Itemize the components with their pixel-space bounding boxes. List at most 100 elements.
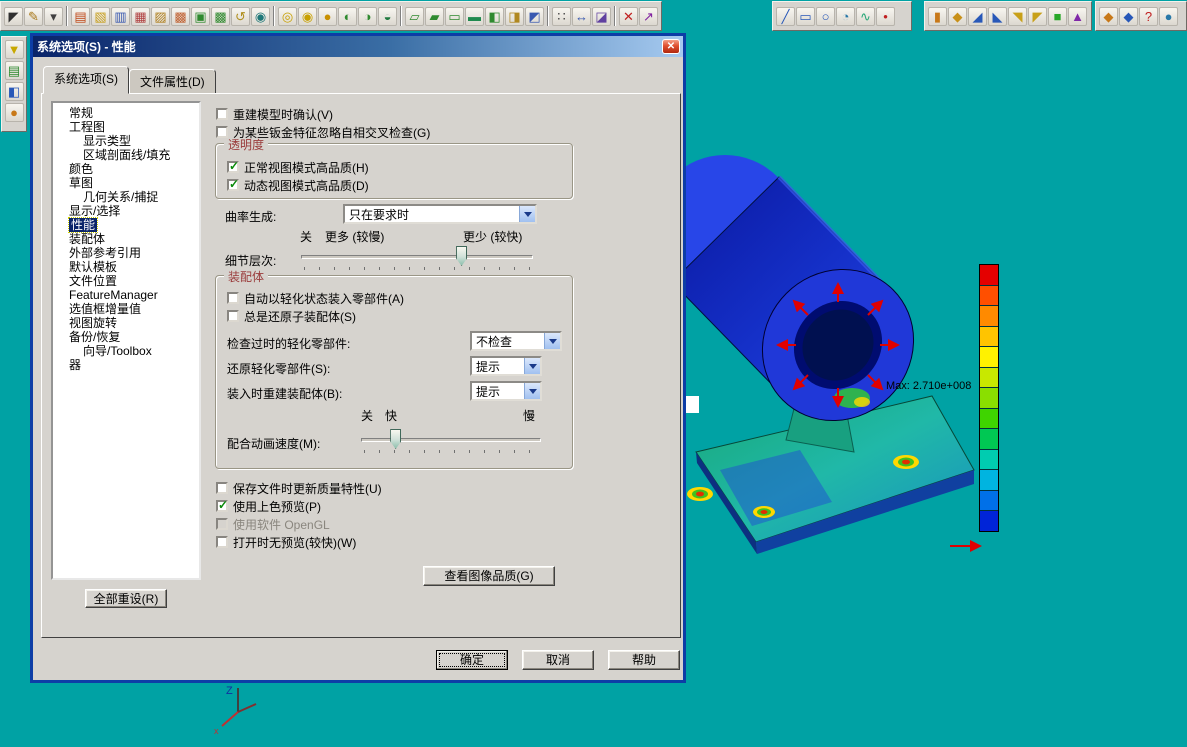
grid-icon[interactable]: ∷ xyxy=(552,6,571,26)
section-view-icon[interactable]: ◧ xyxy=(485,6,504,26)
tree-item-area-hatch-fill[interactable]: 区域剖面线/填充 xyxy=(53,148,199,162)
sketch-point-icon[interactable]: • xyxy=(876,6,895,26)
save-icon[interactable]: ▥ xyxy=(111,6,130,26)
tree-item-drawings[interactable]: 工程图 xyxy=(53,120,199,134)
shaded-icon[interactable]: ▬ xyxy=(465,6,484,26)
rebuild-on-load-combo[interactable]: 提示 xyxy=(470,381,542,401)
tab-system-options[interactable]: 系统选项(S) xyxy=(43,66,129,94)
revolved-cut-icon[interactable]: ◣ xyxy=(988,6,1007,26)
combo-dropdown-icon[interactable] xyxy=(519,206,535,222)
zoom-to-fit-icon[interactable]: ◎ xyxy=(278,6,297,26)
display-pane-icon[interactable]: ▤ xyxy=(4,61,24,80)
zoom-to-area-icon[interactable]: ◉ xyxy=(298,6,317,26)
annotation-icon[interactable]: ◪ xyxy=(592,6,611,26)
extruded-boss-icon[interactable]: ▮ xyxy=(928,6,947,26)
checkbox-dynamic-view-hq[interactable]: 动态视图模式高品质(D) xyxy=(227,177,369,193)
checkbox-always-resolve-sub[interactable]: 总是还原子装配体(S) xyxy=(227,309,356,324)
sketch-spline-icon[interactable]: ∿ xyxy=(856,6,875,26)
checkbox-box[interactable] xyxy=(227,159,239,173)
checkbox-box[interactable] xyxy=(216,498,228,512)
measure-tool-icon[interactable]: ↗ xyxy=(639,6,658,26)
tab-document-properties[interactable]: 文件属性(D) xyxy=(129,69,216,94)
toolbox-icon[interactable]: ◆ xyxy=(1119,6,1138,26)
check-outdated-lightweight-combo[interactable]: 不检查 xyxy=(470,331,562,351)
sketch-line-icon[interactable]: ╱ xyxy=(776,6,795,26)
tree-item-hole-wizard-toolbox[interactable]: 向导/Toolbox xyxy=(53,344,199,358)
undo-icon[interactable]: ↺ xyxy=(231,6,250,26)
checkbox-auto-lightweight[interactable]: 自动以轻化状态装入零部件(A) xyxy=(227,291,404,306)
rotate-view-icon[interactable]: ◐ xyxy=(338,6,357,26)
hide-show-icon[interactable]: ◧ xyxy=(4,82,24,101)
curvature-generation-combo[interactable]: 只在要求时 xyxy=(343,204,537,224)
checkbox-box[interactable] xyxy=(227,310,239,322)
help-button[interactable]: 帮助 xyxy=(608,650,680,670)
checkbox-box[interactable] xyxy=(227,177,239,191)
checkbox-no-preview-open[interactable]: 打开时无预览(较快)(W) xyxy=(216,535,356,550)
appearance-icon[interactable]: ● xyxy=(4,103,24,122)
simulation-icon[interactable]: ◆ xyxy=(1099,6,1118,26)
sketch-circle-icon[interactable]: ○ xyxy=(816,6,835,26)
extruded-cut-icon[interactable]: ◢ xyxy=(968,6,987,26)
previous-view-icon[interactable]: ◒ xyxy=(378,6,397,26)
delete-icon[interactable]: ✕ xyxy=(619,6,638,26)
perspective-icon[interactable]: ◨ xyxy=(505,6,524,26)
slider-thumb[interactable] xyxy=(456,246,468,266)
tree-item-backup-recover[interactable]: 备份/恢复 xyxy=(53,330,199,344)
open-document-icon[interactable]: ▧ xyxy=(91,6,110,26)
combo-dropdown-icon[interactable] xyxy=(544,333,560,349)
checkbox-box[interactable] xyxy=(216,482,228,494)
standard-views-icon[interactable]: ◩ xyxy=(525,6,544,26)
checkbox-box[interactable] xyxy=(216,126,228,138)
dialog-titlebar[interactable]: 系统选项(S) - 性能 xyxy=(33,36,683,57)
tree-item-default-templates[interactable]: 默认模板 xyxy=(53,260,199,274)
sketch-flyout-arrow-icon[interactable]: ▾ xyxy=(44,6,63,26)
tree-item-featuremanager[interactable]: FeatureManager xyxy=(53,288,199,302)
sketch-rectangle-icon[interactable]: ▭ xyxy=(796,6,815,26)
wireframe-icon[interactable]: ▱ xyxy=(405,6,424,26)
tree-item-file-explorer[interactable]: 器 xyxy=(53,358,199,372)
view-image-quality-button[interactable]: 查看图像品质(G) xyxy=(423,566,555,586)
tree-item-external-references[interactable]: 外部参考引用 xyxy=(53,246,199,260)
print-preview-icon[interactable]: ▨ xyxy=(151,6,170,26)
cancel-button[interactable]: 取消 xyxy=(522,650,594,670)
detail-level-slider[interactable] xyxy=(301,246,533,270)
select-arrow-icon[interactable]: ◤ xyxy=(4,6,23,26)
mate-animation-speed-slider[interactable] xyxy=(361,429,541,453)
sketch-icon[interactable]: ✎ xyxy=(24,6,43,26)
tree-item-colors[interactable]: 颜色 xyxy=(53,162,199,176)
checkbox-box[interactable] xyxy=(227,292,239,304)
rebuild-icon[interactable]: ◉ xyxy=(251,6,270,26)
pattern-icon[interactable]: ▲ xyxy=(1068,6,1087,26)
cut-icon[interactable]: ▩ xyxy=(171,6,190,26)
print-icon[interactable]: ▦ xyxy=(131,6,150,26)
checkbox-sheet-metal-check[interactable]: 为某些钣金特征忽略自相交叉检查(G) xyxy=(216,125,430,140)
tree-item-assemblies[interactable]: 装配体 xyxy=(53,232,199,246)
tree-item-display-style[interactable]: 显示类型 xyxy=(53,134,199,148)
resolve-lightweight-combo[interactable]: 提示 xyxy=(470,356,542,376)
combo-dropdown-icon[interactable] xyxy=(524,383,540,399)
paste-icon[interactable]: ▩ xyxy=(211,6,230,26)
fillet-icon[interactable]: ◥ xyxy=(1008,6,1027,26)
pan-view-icon[interactable]: ◑ xyxy=(358,6,377,26)
hidden-lines-removed-icon[interactable]: ▭ xyxy=(445,6,464,26)
checkbox-update-mass-props[interactable]: 保存文件时更新质量特性(U) xyxy=(216,481,382,496)
tree-item-general[interactable]: 常规 xyxy=(53,106,199,120)
reset-all-button[interactable]: 全部重设(R) xyxy=(85,589,167,608)
close-button[interactable]: ✕ xyxy=(662,39,680,54)
tree-item-spin-box-increments[interactable]: 选值框增量值 xyxy=(53,302,199,316)
checkbox-box[interactable] xyxy=(216,108,228,120)
tree-item-file-locations[interactable]: 文件位置 xyxy=(53,274,199,288)
tree-item-performance[interactable]: 性能 xyxy=(53,217,199,233)
shell-icon[interactable]: ■ xyxy=(1048,6,1067,26)
new-document-icon[interactable]: ▤ xyxy=(71,6,90,26)
tree-item-relations-snaps[interactable]: 几何关系/捕捉 xyxy=(53,190,199,204)
tree-item-display-selection[interactable]: 显示/选择 xyxy=(53,204,199,218)
help-icon[interactable]: ? xyxy=(1139,6,1158,26)
checkbox-box[interactable] xyxy=(216,536,228,548)
ok-button[interactable]: 确定 xyxy=(436,650,508,670)
slider-thumb[interactable] xyxy=(390,429,402,449)
options-icon[interactable]: ● xyxy=(1159,6,1178,26)
checkbox-shaded-preview[interactable]: 使用上色预览(P) xyxy=(216,498,321,514)
checkbox-normal-view-hq[interactable]: 正常视图模式高品质(H) xyxy=(227,159,369,175)
hidden-lines-visible-icon[interactable]: ▰ xyxy=(425,6,444,26)
